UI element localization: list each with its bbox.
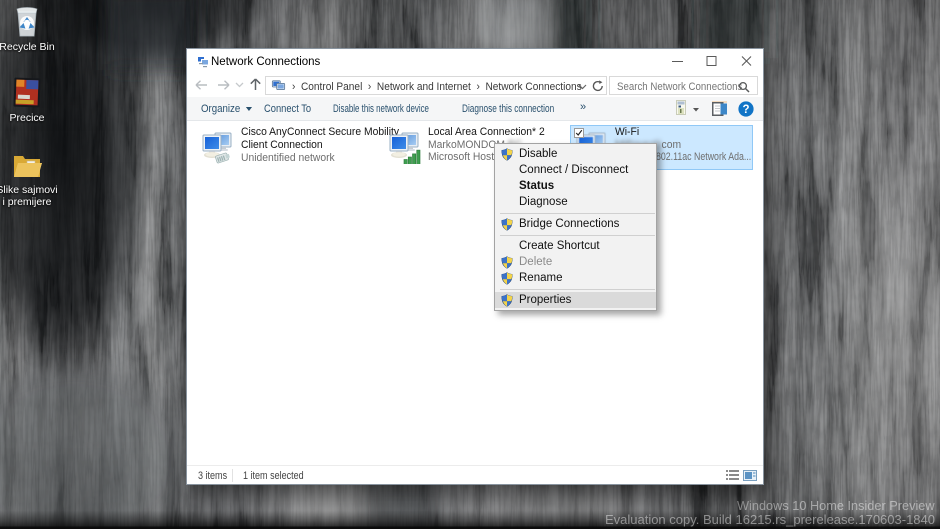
svg-text:?: ? <box>742 104 749 116</box>
